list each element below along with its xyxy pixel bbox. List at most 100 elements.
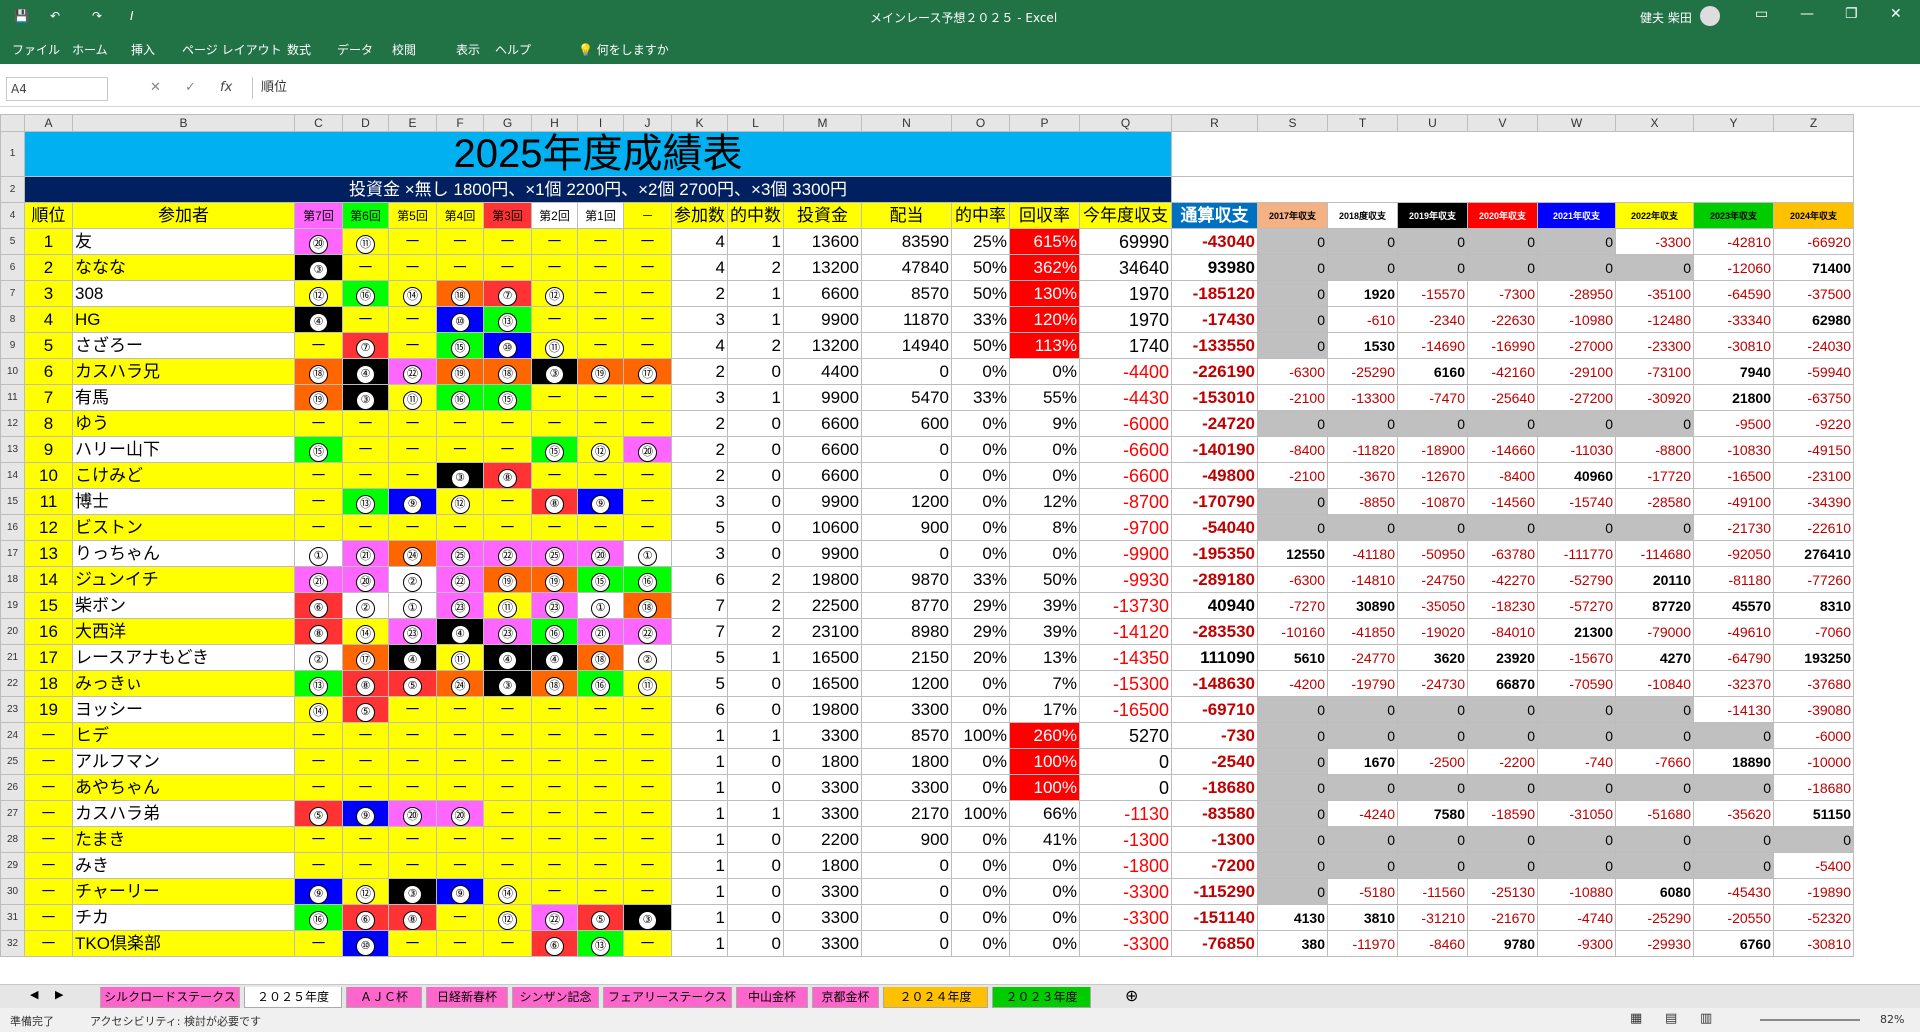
yearly-balance[interactable]: -73100 [1615, 358, 1694, 385]
data-cell[interactable]: 1 [671, 852, 728, 879]
data-cell[interactable]: 3300 [783, 774, 862, 801]
recovery-rate[interactable]: 0% [1009, 904, 1080, 931]
yearly-balance[interactable]: 0 [1397, 852, 1468, 879]
yearly-balance[interactable]: -39080 [1773, 696, 1854, 723]
total-balance[interactable]: -7200 [1171, 852, 1258, 879]
result-mark-cell[interactable]: － [483, 436, 532, 463]
result-mark-cell[interactable]: ⑲ [436, 358, 484, 385]
data-cell[interactable]: 6 [671, 696, 728, 723]
result-mark-cell[interactable]: － [577, 878, 624, 905]
header-cell[interactable]: 投資金 [783, 202, 862, 229]
result-mark-cell[interactable]: ① [388, 592, 437, 619]
yearly-balance[interactable]: -7300 [1467, 280, 1538, 307]
data-cell[interactable]: 1 [671, 904, 728, 931]
yearly-balance[interactable]: -7660 [1615, 748, 1694, 775]
yearly-balance[interactable]: -33340 [1693, 306, 1774, 333]
recovery-rate[interactable]: 100% [1009, 774, 1080, 801]
result-mark-cell[interactable]: － [436, 436, 484, 463]
result-mark-cell[interactable]: ⑦ [342, 332, 389, 359]
column-header[interactable]: Y [1693, 114, 1774, 132]
data-cell[interactable]: 3 [671, 488, 728, 515]
data-cell[interactable]: 2 [727, 254, 784, 281]
data-cell[interactable]: 14940 [861, 332, 952, 359]
total-balance[interactable]: -1300 [1171, 826, 1258, 853]
result-mark-cell[interactable]: ⑭ [483, 878, 532, 905]
yearly-balance[interactable]: -31210 [1397, 904, 1468, 931]
rank-cell[interactable]: － [24, 930, 73, 957]
yearly-balance[interactable]: 0 [1257, 228, 1328, 255]
data-cell[interactable]: 4 [671, 254, 728, 281]
yearly-balance[interactable]: -29100 [1537, 358, 1616, 385]
data-cell[interactable]: 3300 [783, 800, 862, 827]
data-cell[interactable]: 0 [727, 696, 784, 723]
yearly-balance[interactable]: 0 [1257, 696, 1328, 723]
yearly-balance[interactable]: -79000 [1615, 618, 1694, 645]
data-cell[interactable]: 25% [951, 228, 1010, 255]
recovery-rate[interactable]: 39% [1009, 592, 1080, 619]
data-cell[interactable]: 3300 [783, 722, 862, 749]
total-balance[interactable]: -185120 [1171, 280, 1258, 307]
yearly-balance[interactable]: 0 [1467, 826, 1538, 853]
result-mark-cell[interactable]: － [531, 800, 578, 827]
result-mark-cell[interactable]: － [577, 410, 624, 437]
result-mark-cell[interactable]: ㉒ [388, 358, 437, 385]
result-mark-cell[interactable]: － [531, 748, 578, 775]
data-cell[interactable]: 2 [727, 332, 784, 359]
data-cell[interactable]: 1 [727, 280, 784, 307]
total-balance[interactable]: 111090 [1171, 644, 1258, 671]
yearly-balance[interactable]: -34390 [1773, 488, 1854, 515]
data-cell[interactable]: 50% [951, 332, 1010, 359]
data-cell[interactable]: 83590 [861, 228, 952, 255]
rank-cell[interactable]: 6 [24, 358, 73, 385]
participant-name[interactable]: こけみど [72, 462, 295, 489]
result-mark-cell[interactable]: ⑨ [436, 878, 484, 905]
yearly-balance[interactable]: -25640 [1467, 384, 1538, 411]
data-cell[interactable]: 0 [861, 462, 952, 489]
column-header[interactable]: R [1171, 114, 1258, 132]
yearly-balance[interactable]: 5610 [1257, 644, 1328, 671]
yearly-balance[interactable]: 0 [1397, 514, 1468, 541]
participant-name[interactable]: ヒデ [72, 722, 295, 749]
result-mark-cell[interactable]: － [577, 306, 624, 333]
yearly-balance[interactable]: 0 [1537, 774, 1616, 801]
header-cell[interactable]: － [623, 202, 672, 229]
result-mark-cell[interactable]: － [388, 696, 437, 723]
yearly-balance[interactable]: 193250 [1773, 644, 1854, 671]
result-mark-cell[interactable]: － [623, 800, 672, 827]
yearly-balance[interactable]: -35050 [1397, 592, 1468, 619]
yearly-balance[interactable]: -5180 [1327, 878, 1398, 905]
data-cell[interactable]: 0% [951, 670, 1010, 697]
result-mark-cell[interactable]: ⑭ [342, 618, 389, 645]
rank-cell[interactable]: － [24, 722, 73, 749]
yearly-balance[interactable]: 6160 [1397, 358, 1468, 385]
result-mark-cell[interactable]: － [577, 514, 624, 541]
yearly-balance[interactable]: 0 [1615, 826, 1694, 853]
result-mark-cell[interactable]: － [436, 852, 484, 879]
header-cell[interactable]: 順位 [24, 202, 73, 229]
total-balance[interactable]: 93980 [1171, 254, 1258, 281]
result-mark-cell[interactable]: ㉕ [531, 540, 578, 567]
result-mark-cell[interactable]: － [436, 904, 484, 931]
year-balance[interactable]: 1970 [1079, 280, 1172, 307]
result-mark-cell[interactable]: ⑧ [388, 904, 437, 931]
column-header[interactable]: O [951, 114, 1010, 132]
sheet-tab[interactable]: ２０２４年度 [883, 987, 988, 1008]
data-cell[interactable]: 0 [727, 514, 784, 541]
result-mark-cell[interactable]: － [436, 774, 484, 801]
result-mark-cell[interactable]: － [388, 254, 437, 281]
result-mark-cell[interactable]: － [483, 748, 532, 775]
row-header[interactable]: 19 [0, 592, 25, 619]
yearly-balance[interactable]: -27000 [1537, 332, 1616, 359]
yearly-balance[interactable]: 0 [1257, 748, 1328, 775]
yearly-balance[interactable]: 20110 [1615, 566, 1694, 593]
yearly-balance[interactable]: -24770 [1327, 644, 1398, 671]
yearly-balance[interactable]: -15670 [1537, 644, 1616, 671]
column-header[interactable]: I [577, 114, 624, 132]
data-cell[interactable]: 16500 [783, 670, 862, 697]
participant-name[interactable]: 柴ボン [72, 592, 295, 619]
result-mark-cell[interactable]: ⑮ [531, 436, 578, 463]
data-cell[interactable]: 2 [671, 358, 728, 385]
yearly-balance[interactable]: -15740 [1537, 488, 1616, 515]
yearly-balance[interactable]: -4740 [1537, 904, 1616, 931]
result-mark-cell[interactable]: ③ [531, 358, 578, 385]
